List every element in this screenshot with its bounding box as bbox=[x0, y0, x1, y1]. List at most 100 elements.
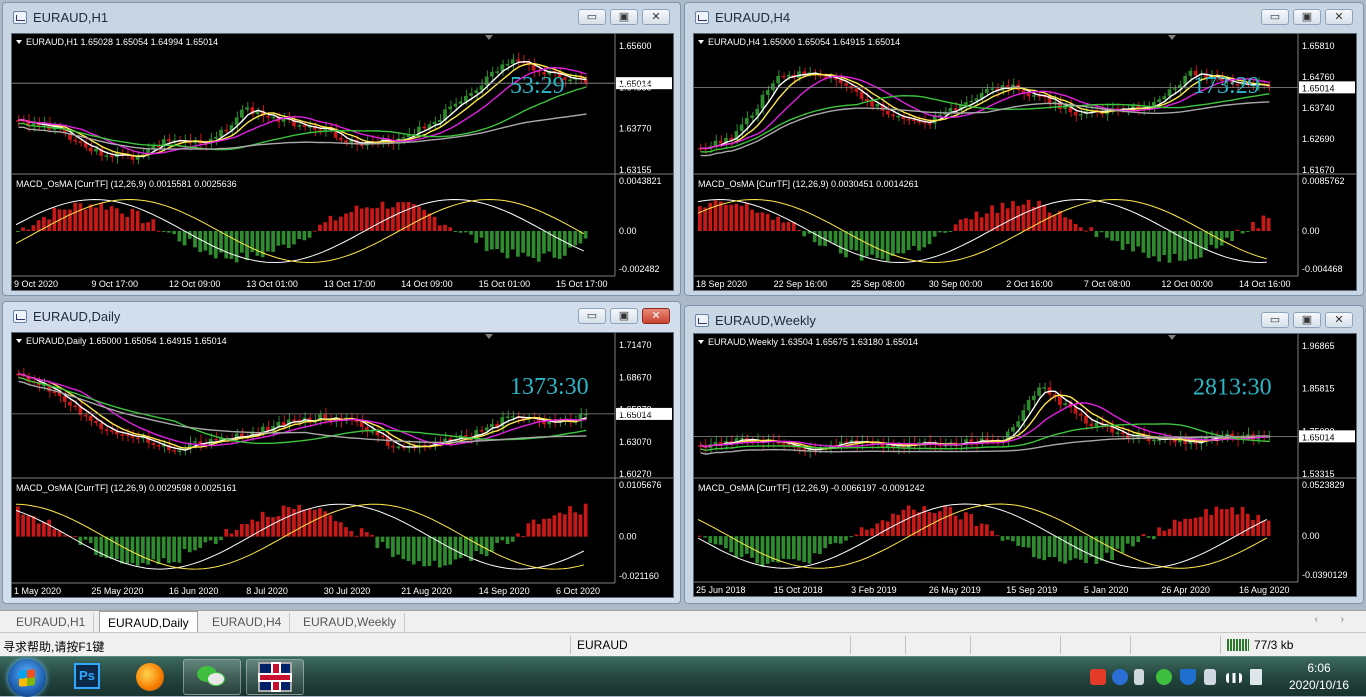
macd-scale-label: -0.002482 bbox=[619, 264, 660, 274]
candle-body bbox=[969, 439, 974, 443]
time-axis-label: 9 Oct 2020 bbox=[14, 279, 58, 289]
macd-histogram-bar bbox=[78, 203, 83, 231]
tab-scroll-arrows[interactable]: ‹ › bbox=[1315, 614, 1354, 625]
macd-histogram-bar bbox=[510, 536, 515, 542]
macd-histogram-bar bbox=[833, 536, 838, 543]
restore-button[interactable]: ▣ bbox=[1293, 312, 1321, 328]
macd-histogram-bar bbox=[156, 230, 161, 232]
time-axis-label: 22 Sep 16:00 bbox=[774, 279, 828, 289]
window-titlebar[interactable]: EURAUD,H1 ▭ ▣ ✕ bbox=[3, 3, 680, 31]
flag-tray-icon[interactable] bbox=[1204, 669, 1216, 685]
macd-histogram-bar bbox=[698, 206, 702, 231]
chart-area[interactable]: 1.65014 1.65810 1.64760 1.63740 1.62690 1.616… bbox=[693, 33, 1357, 291]
taskbar-wechat[interactable] bbox=[183, 659, 241, 695]
tab-euraud-daily[interactable]: EURAUD,Daily bbox=[99, 611, 198, 633]
tab-euraud-h1[interactable]: EURAUD,H1 bbox=[8, 613, 95, 632]
minimize-button[interactable]: ▭ bbox=[1261, 9, 1289, 25]
candle-body bbox=[213, 438, 218, 441]
restore-button[interactable]: ▣ bbox=[610, 308, 638, 324]
macd-histogram-bar bbox=[266, 231, 270, 252]
chart-window-icon bbox=[695, 314, 709, 327]
macd-histogram-bar bbox=[1089, 227, 1094, 231]
price-axis-label: 1.63740 bbox=[1302, 103, 1335, 113]
minimize-button[interactable]: ▭ bbox=[1261, 312, 1289, 328]
tab-euraud-h4[interactable]: EURAUD,H4 bbox=[204, 613, 291, 632]
macd-histogram-bar bbox=[354, 205, 359, 231]
macd-histogram-bar bbox=[1225, 509, 1229, 537]
chart-area[interactable]: 1.65014 1.96865 1.85815 1.75090 1.53315 EURAU… bbox=[693, 333, 1357, 597]
ma-gray-line bbox=[18, 113, 587, 150]
chart-window-euraud-h1[interactable]: EURAUD,H1 ▭ ▣ ✕ 1.65014 1.65600 1.64385 1.6… bbox=[2, 2, 681, 296]
macd-histogram-bar bbox=[938, 231, 942, 233]
macd-histogram-bar bbox=[724, 536, 728, 549]
macd-histogram-bar bbox=[526, 231, 531, 257]
tab-euraud-weekly[interactable]: EURAUD,Weekly bbox=[295, 613, 406, 632]
time-axis-label: 18 Sep 2020 bbox=[696, 279, 747, 289]
candle-body bbox=[505, 63, 510, 66]
close-button[interactable]: ✕ bbox=[642, 308, 670, 324]
macd-histogram-bar bbox=[1230, 507, 1234, 537]
macd-histogram-bar bbox=[776, 536, 780, 563]
candle-body bbox=[1110, 426, 1114, 433]
help-tray-icon[interactable] bbox=[1112, 669, 1128, 685]
macd-histogram-bar bbox=[823, 536, 827, 549]
usb-tray-icon[interactable] bbox=[1134, 669, 1144, 685]
window-titlebar[interactable]: EURAUD,Daily ▭ ▣ ✕ bbox=[3, 302, 680, 330]
macd-histogram-bar bbox=[974, 525, 979, 537]
window-titlebar[interactable]: EURAUD,Weekly ▭ ▣ ✕ bbox=[685, 306, 1363, 334]
candle-body bbox=[104, 429, 109, 431]
macd-histogram-bar bbox=[765, 213, 770, 231]
time-axis-label: 26 Apr 2020 bbox=[1161, 585, 1210, 595]
network-signal-icon[interactable] bbox=[1226, 673, 1242, 683]
macd-histogram-bar bbox=[385, 536, 390, 549]
minimize-button[interactable]: ▭ bbox=[578, 9, 606, 25]
close-button[interactable]: ✕ bbox=[642, 9, 670, 25]
macd-histogram-bar bbox=[271, 517, 275, 537]
macd-histogram-bar bbox=[583, 231, 588, 239]
macd-histogram-bar bbox=[354, 535, 359, 537]
macd-histogram-bar bbox=[1198, 516, 1203, 537]
taskbar-metatrader[interactable] bbox=[246, 659, 304, 695]
time-axis-label: 14 Oct 09:00 bbox=[401, 279, 453, 289]
macd-histogram-bar bbox=[1188, 231, 1193, 260]
macd-histogram-bar bbox=[88, 536, 93, 544]
chart-area[interactable]: 1.65014 1.65600 1.64385 1.63770 1.63155 EURAU… bbox=[11, 33, 674, 291]
macd-histogram-bar bbox=[255, 521, 260, 537]
chart-window-euraud-daily[interactable]: EURAUD,Daily ▭ ▣ ✕ 1.65014 1.71470 1.68670… bbox=[2, 301, 681, 604]
close-button[interactable]: ✕ bbox=[1325, 9, 1353, 25]
chart-window-euraud-h4[interactable]: EURAUD,H4 ▭ ▣ ✕ 1.65014 1.65810 1.64760 1.6… bbox=[684, 2, 1364, 296]
macd-histogram-bar bbox=[52, 208, 57, 231]
macd-histogram-bar bbox=[1094, 231, 1099, 237]
candle-body bbox=[88, 415, 93, 421]
taskbar-firefox[interactable] bbox=[120, 659, 178, 695]
time-axis-label: 7 Oct 08:00 bbox=[1084, 279, 1131, 289]
macd-histogram-bar bbox=[198, 231, 203, 253]
taskbar-clock[interactable]: 6:06 2020/10/16 bbox=[1278, 660, 1360, 694]
macd-histogram-bar bbox=[1037, 536, 1041, 559]
macd-histogram-bar bbox=[536, 523, 541, 537]
restore-button[interactable]: ▣ bbox=[610, 9, 638, 25]
sogou-input-icon[interactable] bbox=[1090, 669, 1106, 685]
volume-icon[interactable] bbox=[1250, 669, 1262, 685]
time-axis-label: 13 Oct 01:00 bbox=[246, 279, 298, 289]
taskbar-photoshop[interactable]: Ps bbox=[60, 659, 118, 695]
macd-histogram-bar bbox=[995, 535, 1000, 537]
shield-tray-icon[interactable] bbox=[1180, 669, 1196, 685]
chart-area[interactable]: 1.65014 1.71470 1.68670 1.65870 1.63070 1.602… bbox=[11, 332, 674, 598]
close-button[interactable]: ✕ bbox=[1325, 312, 1353, 328]
macd-histogram-bar bbox=[318, 224, 322, 231]
candle-timer: 173:29 bbox=[1193, 73, 1260, 99]
chart-window-euraud-weekly[interactable]: EURAUD,Weekly ▭ ▣ ✕ 1.65014 1.96865 1.8581… bbox=[684, 305, 1364, 604]
macd-histogram-bar bbox=[1261, 215, 1266, 231]
start-button[interactable] bbox=[8, 659, 46, 697]
macd-histogram-bar bbox=[739, 536, 744, 557]
window-titlebar[interactable]: EURAUD,H4 ▭ ▣ ✕ bbox=[685, 3, 1363, 31]
macd-histogram-bar bbox=[718, 201, 723, 231]
macd-histogram-bar bbox=[130, 536, 135, 564]
wechat-tray-icon[interactable] bbox=[1156, 669, 1172, 685]
macd-indicator-label: MACD_OsMA [CurrTF] (12,26,9) -0.0066197 … bbox=[698, 483, 925, 493]
macd-histogram-bar bbox=[1037, 200, 1041, 231]
restore-button[interactable]: ▣ bbox=[1293, 9, 1321, 25]
candle-body bbox=[213, 136, 218, 139]
minimize-button[interactable]: ▭ bbox=[578, 308, 606, 324]
